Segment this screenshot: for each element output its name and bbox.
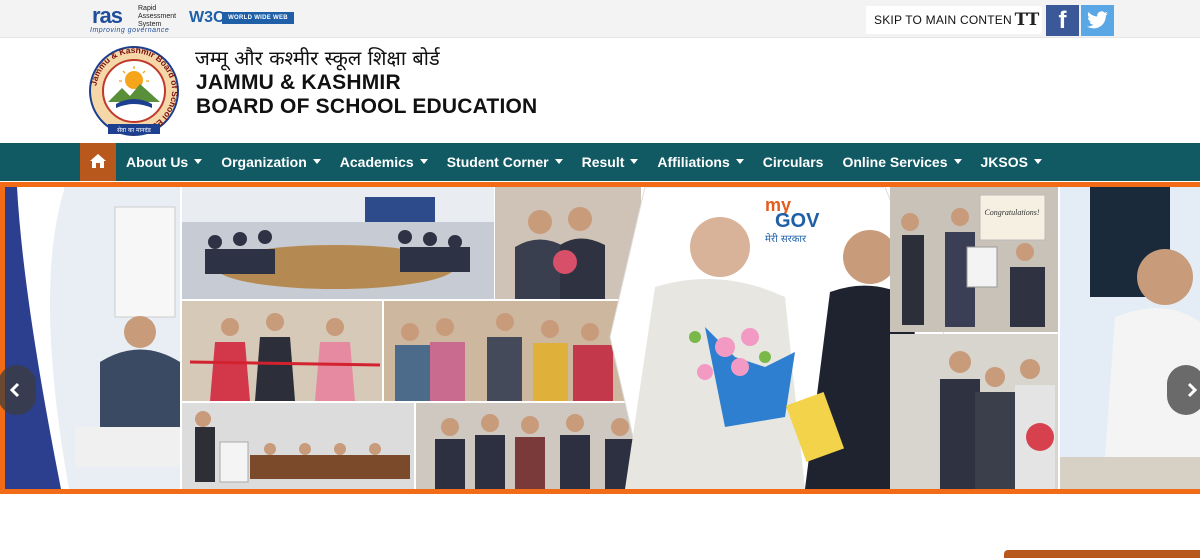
photo-podium-event [182, 403, 414, 489]
nav-item-organization[interactable]: Organization [211, 143, 330, 181]
home-icon[interactable] [80, 143, 116, 181]
caret-down-icon [1033, 158, 1042, 164]
photo-desk-signing [1060, 187, 1200, 489]
nav-item-student-corner[interactable]: Student Corner [437, 143, 572, 181]
photo-certificate-presentation: Congratulations! [890, 187, 1058, 332]
facebook-icon[interactable]: f [1046, 5, 1079, 36]
mygov-logo-tagline: मेरी सरकार [765, 233, 807, 245]
nav-item-label: Academics [339, 154, 414, 170]
logo-motto: सेवा का मानदंड [117, 126, 152, 134]
chevron-left-icon [9, 382, 20, 398]
photo-ribbon-cutting [182, 301, 382, 401]
bottom-section-tab[interactable] [1004, 550, 1200, 558]
nav-item-label: Result [581, 154, 625, 170]
main-navigation: About Us Organization Academics Student … [0, 143, 1200, 181]
jkbose-logo[interactable]: Jammu & Kashmir Board of School Educatio… [86, 44, 182, 138]
caret-down-icon [194, 158, 203, 164]
ras-logo-tagline: Improving governance [90, 27, 170, 34]
ras-logo[interactable]: ras Rapid Assessment System Improving go… [90, 3, 185, 35]
nav-item-label: Affiliations [657, 154, 730, 170]
nav-item-about-us[interactable]: About Us [116, 143, 211, 181]
caret-down-icon [554, 158, 563, 164]
ras-logo-name: Rapid Assessment System [138, 5, 177, 28]
w3c-logo-mark: W3C [189, 9, 225, 26]
nav-item-online-services[interactable]: Online Services [832, 143, 970, 181]
slider-next-button[interactable] [1167, 365, 1200, 415]
board-title-hindi: जम्मू और कश्मीर स्कूल शिक्षा बोर्ड [195, 46, 440, 70]
site-header: Jammu & Kashmir Board of School Educatio… [0, 38, 1200, 143]
photo-slider[interactable]: my GOV मेरी सरकार Congratulations! [0, 182, 1200, 494]
nav-item-label: Organization [221, 154, 307, 170]
slider-prev-button[interactable] [0, 365, 36, 415]
caret-down-icon [630, 158, 639, 164]
w3c-logo-badge: WORLD WIDE WEB [222, 12, 294, 24]
nav-item-label: JKSOS [980, 154, 1028, 170]
mygov-logo-gov: GOV [775, 210, 820, 232]
nav-item-label: About Us [126, 154, 189, 170]
nav-item-circulars[interactable]: Circulars [753, 143, 833, 181]
w3c-logo[interactable]: W3C WORLD WIDE WEB [189, 9, 295, 27]
photo-conference-room [182, 187, 494, 299]
caret-down-icon [419, 158, 428, 164]
twitter-icon[interactable] [1081, 5, 1114, 36]
board-title-line-2: BOARD OF SCHOOL EDUCATION [196, 95, 538, 118]
skip-to-main-content-link[interactable]: SKIP TO MAIN CONTENT [866, 6, 1028, 34]
nav-menu: About Us Organization Academics Student … [116, 143, 1051, 181]
certificate-text: Congratulations! [984, 208, 1039, 217]
nav-item-result[interactable]: Result [572, 143, 648, 181]
nav-item-academics[interactable]: Academics [330, 143, 437, 181]
caret-down-icon [312, 158, 321, 164]
photo-bouquet-group [890, 334, 1058, 489]
nav-item-label: Online Services [842, 154, 948, 170]
nav-item-jksos[interactable]: JKSOS [971, 143, 1051, 181]
caret-down-icon [735, 158, 744, 164]
text-resize-icon[interactable]: TT [1012, 6, 1042, 34]
chevron-right-icon [1187, 382, 1198, 398]
board-title-line-1: JAMMU & KASHMIR [196, 71, 401, 94]
caret-down-icon [953, 158, 962, 164]
top-utility-bar: ras Rapid Assessment System Improving go… [0, 0, 1200, 38]
photo-group-ladies [384, 301, 641, 401]
slide-collage: my GOV मेरी सरकार Congratulations! [5, 187, 1200, 489]
photo-official-signing [5, 187, 180, 489]
nav-item-label: Circulars [762, 154, 824, 170]
nav-item-affiliations[interactable]: Affiliations [647, 143, 752, 181]
photo-bouquet-presentation [495, 187, 641, 299]
ras-logo-mark: ras [92, 3, 123, 28]
nav-item-label: Student Corner [446, 154, 549, 170]
